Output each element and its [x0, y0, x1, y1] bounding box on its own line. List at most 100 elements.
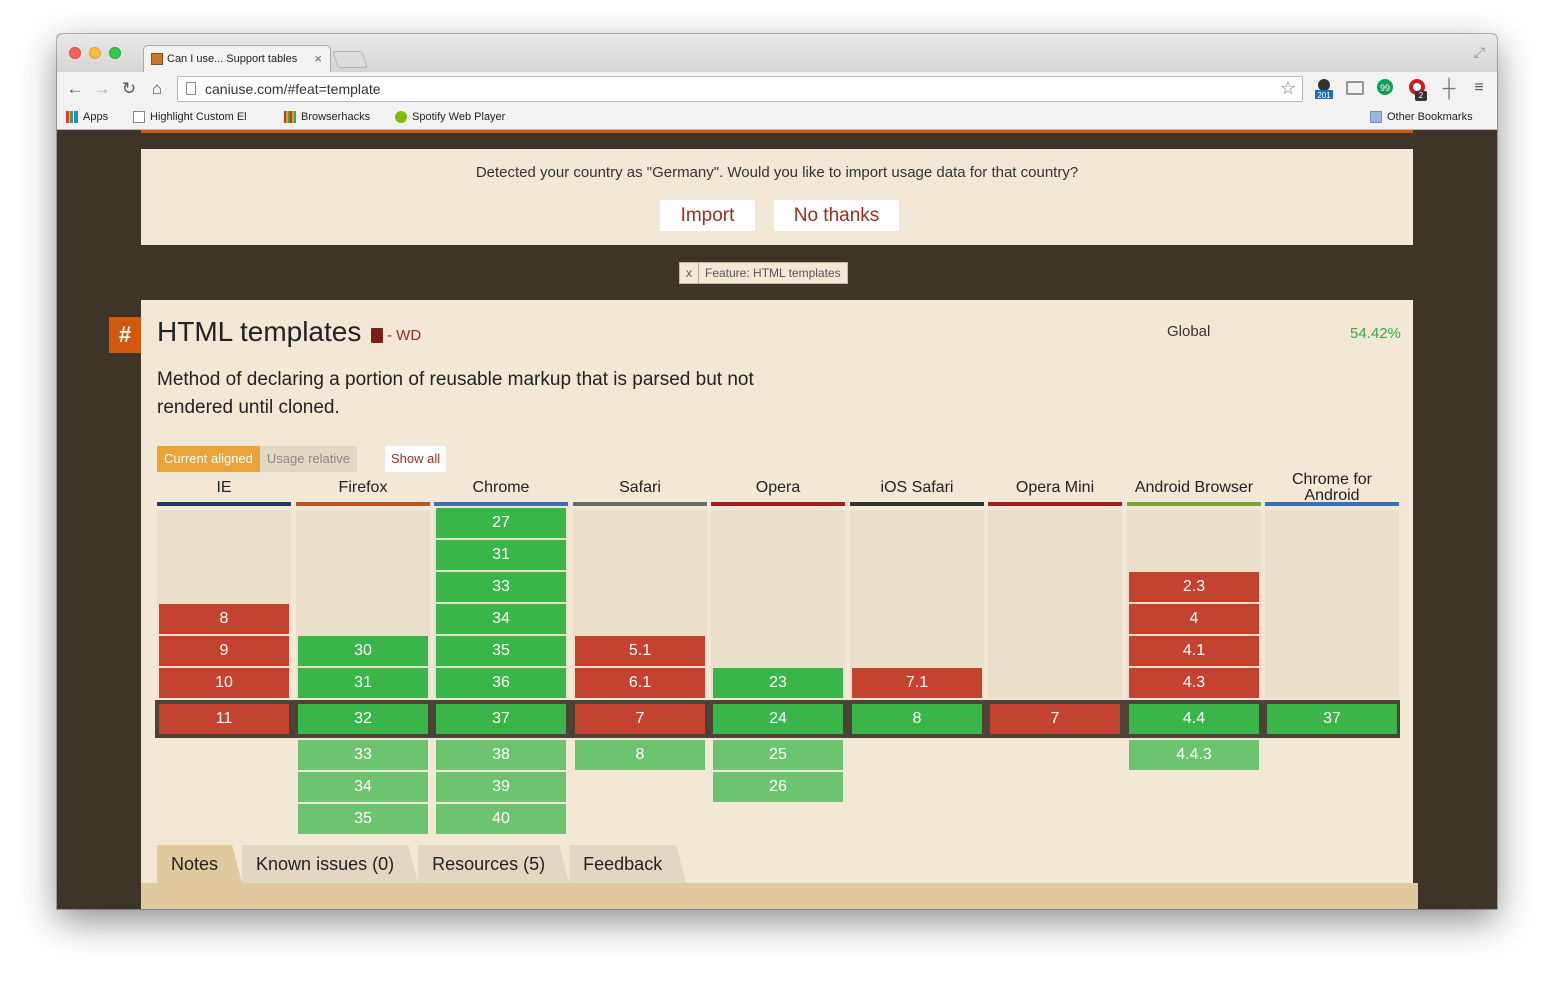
- version-cell[interactable]: 30: [298, 636, 428, 666]
- version-cell[interactable]: 31: [436, 540, 566, 570]
- browser-name[interactable]: Chrome: [434, 480, 568, 496]
- version-cell[interactable]: 23: [713, 668, 843, 698]
- other-bookmarks-label: Other Bookmarks: [1387, 111, 1473, 123]
- bookmarks-bar: Apps Highlight Custom El Browserhacks Sp…: [57, 106, 1497, 130]
- forward-arrow-icon[interactable]: →: [92, 79, 112, 99]
- future-version-cell[interactable]: 34: [298, 772, 428, 802]
- notes-panel: [141, 883, 1418, 909]
- remove-filter-button[interactable]: x: [680, 263, 699, 283]
- version-cell[interactable]: 31: [298, 668, 428, 698]
- current-version-cell[interactable]: 32: [298, 704, 428, 734]
- reload-icon[interactable]: ↻: [119, 79, 139, 99]
- browser-name[interactable]: Safari: [573, 480, 707, 496]
- future-version-cell[interactable]: 35: [298, 804, 428, 834]
- version-cell[interactable]: 33: [436, 572, 566, 602]
- current-version-cell[interactable]: 24: [713, 704, 843, 734]
- bookmark-label: Spotify Web Player: [412, 111, 506, 123]
- future-version-cell[interactable]: 39: [436, 772, 566, 802]
- bookmark-highlight-custom[interactable]: Highlight Custom El: [133, 111, 247, 123]
- current-version-cell[interactable]: 8: [852, 704, 982, 734]
- browser-name[interactable]: Chrome for Android: [1282, 472, 1382, 504]
- bookmark-star-icon[interactable]: ☆: [1280, 78, 1296, 99]
- crosshair-icon[interactable]: ┼: [1439, 78, 1459, 98]
- future-version-cell[interactable]: 4.4.3: [1129, 740, 1259, 770]
- other-bookmarks[interactable]: Other Bookmarks: [1370, 111, 1473, 123]
- address-bar[interactable]: caniuse.com/#feat=template ☆: [177, 76, 1303, 102]
- future-version-cell[interactable]: 26: [713, 772, 843, 802]
- bookmark-label: Apps: [83, 111, 109, 123]
- version-cell[interactable]: 4.3: [1129, 668, 1259, 698]
- folder-icon: [1370, 111, 1382, 123]
- usage-relative-button[interactable]: Usage relative: [259, 446, 357, 472]
- browser-window: Can I use... Support tables × ⤢ ← → ↻ ⌂ …: [57, 34, 1497, 909]
- bookmark-spotify[interactable]: Spotify Web Player: [395, 111, 505, 123]
- feature-permalink-button[interactable]: #: [109, 317, 141, 353]
- current-version-cell[interactable]: 4.4: [1129, 704, 1259, 734]
- window-maximize-button[interactable]: [109, 47, 121, 59]
- browser-tab[interactable]: Can I use... Support tables ×: [143, 45, 331, 72]
- new-tab-button[interactable]: [331, 51, 369, 68]
- no-thanks-button[interactable]: No thanks: [774, 200, 899, 231]
- browser-name[interactable]: Opera Mini: [988, 480, 1122, 496]
- import-button[interactable]: Import: [660, 200, 755, 231]
- tab-close-icon[interactable]: ×: [314, 51, 322, 66]
- menu-icon[interactable]: ≡: [1469, 78, 1489, 98]
- current-version-cell[interactable]: 37: [1267, 704, 1397, 734]
- back-arrow-icon[interactable]: ←: [65, 79, 85, 99]
- window-close-button[interactable]: [69, 47, 81, 59]
- version-cell[interactable]: 2.3: [1129, 572, 1259, 602]
- version-cell[interactable]: 8: [159, 604, 289, 634]
- future-version-cell[interactable]: 25: [713, 740, 843, 770]
- info-tab[interactable]: Notes: [157, 845, 242, 883]
- version-cell[interactable]: 6.1: [575, 668, 705, 698]
- feature-title: HTML templates: [157, 316, 362, 347]
- version-cell[interactable]: 7.1: [852, 668, 982, 698]
- info-tab[interactable]: Known issues (0): [242, 845, 418, 883]
- extension-badge-2: 2: [1415, 91, 1427, 101]
- svg-text:99: 99: [1380, 83, 1390, 93]
- fullscreen-icon[interactable]: ⤢: [1474, 44, 1485, 61]
- info-tab[interactable]: Feedback: [569, 845, 686, 883]
- version-cell[interactable]: 10: [159, 668, 289, 698]
- bookmark-apps[interactable]: Apps: [66, 111, 108, 123]
- page-icon: [186, 82, 196, 95]
- spec-status: - WD: [387, 327, 422, 344]
- show-all-button[interactable]: Show all: [385, 446, 447, 472]
- browser-name[interactable]: Firefox: [296, 480, 430, 496]
- bookmark-browserhacks[interactable]: Browserhacks: [284, 111, 370, 123]
- version-cell[interactable]: 27: [436, 508, 566, 538]
- version-cell[interactable]: 35: [436, 636, 566, 666]
- future-version-cell[interactable]: 40: [436, 804, 566, 834]
- future-version-cell[interactable]: 33: [298, 740, 428, 770]
- info-tab[interactable]: Resources (5): [418, 845, 569, 883]
- browser-color-line: [711, 502, 845, 506]
- browserhacks-icon: [284, 111, 296, 123]
- spec-document-icon[interactable]: [371, 328, 383, 343]
- home-icon[interactable]: ⌂: [147, 79, 167, 99]
- window-minimize-button[interactable]: [89, 47, 101, 59]
- browser-name[interactable]: Opera: [711, 480, 845, 496]
- version-cell[interactable]: 5.1: [575, 636, 705, 666]
- future-version-cell[interactable]: 38: [436, 740, 566, 770]
- current-version-cell[interactable]: 7: [990, 704, 1120, 734]
- browser-color-line: [1265, 502, 1399, 506]
- browser-name[interactable]: Android Browser: [1127, 480, 1261, 496]
- current-version-cell[interactable]: 7: [575, 704, 705, 734]
- import-message: Detected your country as "Germany". Woul…: [475, 164, 1079, 181]
- current-version-cell[interactable]: 37: [436, 704, 566, 734]
- page-icon: [133, 111, 145, 123]
- cast-icon[interactable]: [1345, 78, 1365, 98]
- future-version-cell[interactable]: 8: [575, 740, 705, 770]
- current-aligned-button[interactable]: Current aligned: [157, 446, 260, 472]
- version-cell[interactable]: 9: [159, 636, 289, 666]
- browser-name[interactable]: IE: [157, 480, 291, 496]
- url-text: caniuse.com/#feat=template: [205, 81, 381, 97]
- browser-name[interactable]: iOS Safari: [850, 480, 984, 496]
- feature-filter-chip: x Feature: HTML templates: [679, 262, 848, 284]
- version-cell[interactable]: 4: [1129, 604, 1259, 634]
- version-cell[interactable]: 4.1: [1129, 636, 1259, 666]
- current-version-cell[interactable]: 11: [159, 704, 289, 734]
- version-cell[interactable]: 34: [436, 604, 566, 634]
- hangouts-icon[interactable]: 99: [1375, 78, 1395, 98]
- version-cell[interactable]: 36: [436, 668, 566, 698]
